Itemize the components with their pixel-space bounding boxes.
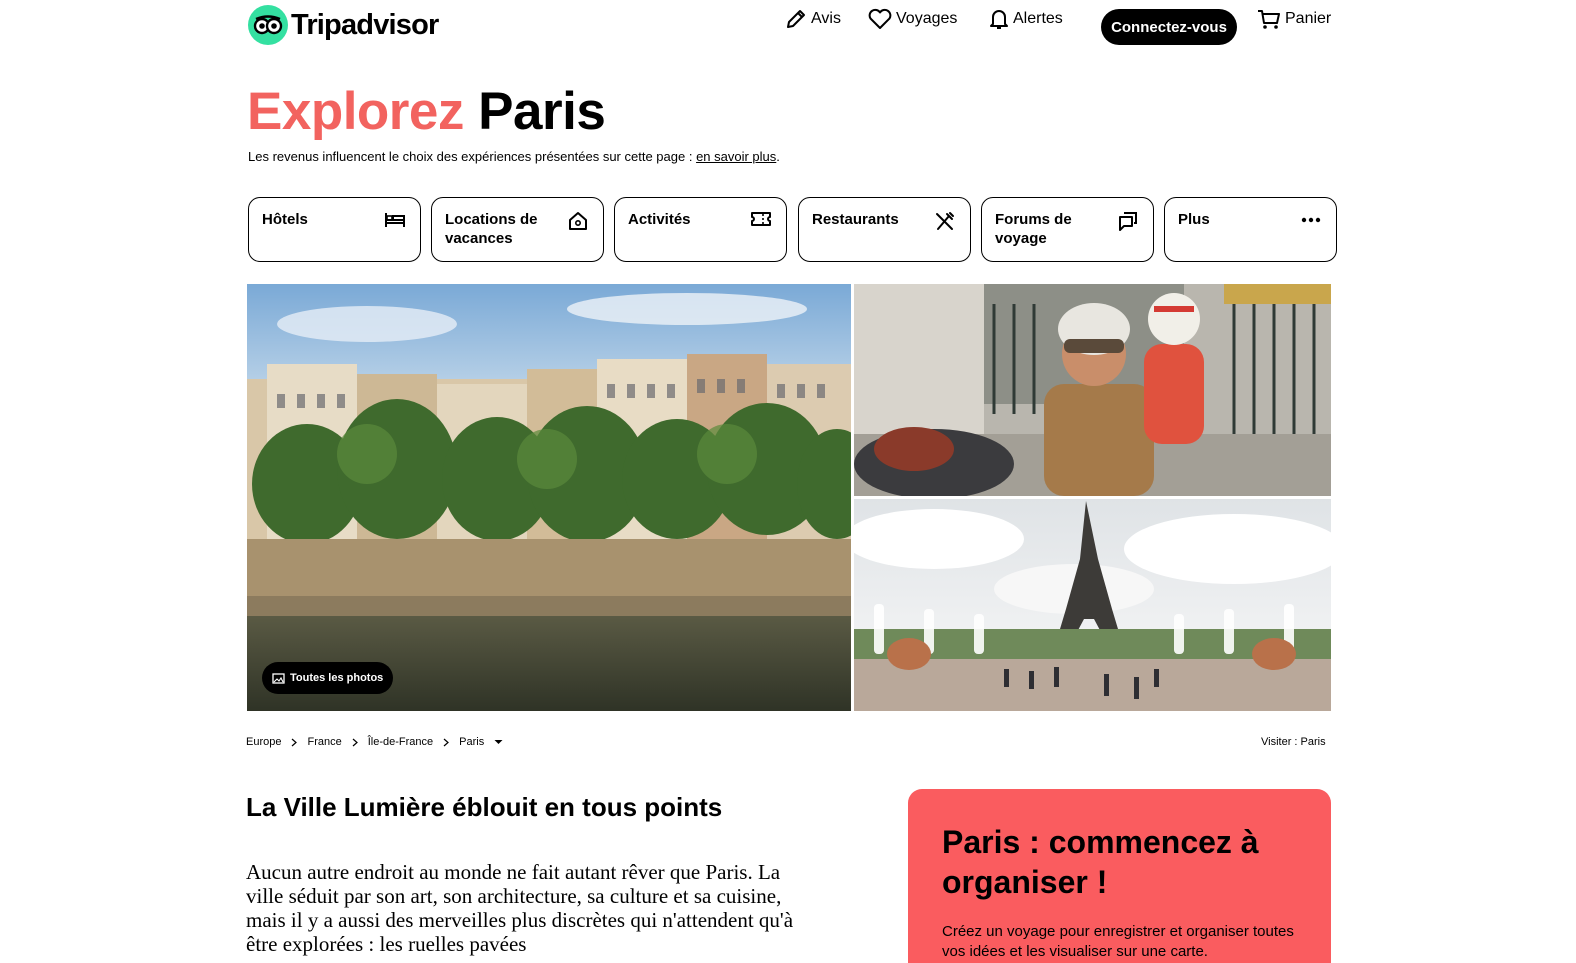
logo-wordmark: Tripadvisor xyxy=(291,8,439,41)
caret-down-icon[interactable] xyxy=(494,736,503,748)
eiffel-tower-photo[interactable] xyxy=(854,499,1331,711)
breadcrumb-ile-de-france[interactable]: Île-de-France xyxy=(368,736,433,748)
category-label: Forums de voyage xyxy=(995,211,1072,247)
all-photos-label: Toutes les photos xyxy=(290,672,384,684)
plan-card-title: Paris : commencez à organiser ! xyxy=(942,824,1259,900)
breadcrumb: Europe France Île-de-France Paris xyxy=(246,736,503,748)
title-accent: Explorez xyxy=(247,82,464,141)
nav-trips-label: Voyages xyxy=(896,10,958,27)
utensils-icon xyxy=(936,212,954,230)
nav-trips[interactable]: Voyages xyxy=(867,0,957,38)
category-restaurants[interactable]: Restaurants xyxy=(798,197,971,262)
ticket-icon xyxy=(751,212,771,226)
chevron-right-icon xyxy=(352,738,358,747)
category-label: Plus xyxy=(1178,211,1210,228)
visit-paris-link[interactable]: Visiter : Paris xyxy=(1261,736,1326,748)
disclaimer-end: . xyxy=(776,149,780,164)
tripadvisor-logo[interactable]: Tripadvisor xyxy=(248,5,439,45)
heart-icon xyxy=(868,8,892,29)
category-hotels[interactable]: Hôtels xyxy=(248,197,421,262)
section-title: La Ville Lumière éblouit en tous points xyxy=(246,792,723,822)
cart-icon xyxy=(1258,10,1280,29)
nav-cart[interactable]: Panier xyxy=(1256,0,1331,38)
title-city: Paris xyxy=(478,82,606,141)
breadcrumb-france[interactable]: France xyxy=(307,736,341,748)
nav-reviews-label: Avis xyxy=(811,10,841,27)
seine-riverbank-photo[interactable]: Toutes les photos xyxy=(247,284,851,711)
pencil-icon xyxy=(787,10,805,28)
plan-card-text: Créez un voyage pour enregistrer et orga… xyxy=(942,923,1294,960)
more-icon xyxy=(1301,217,1321,223)
learn-more-link[interactable]: en savoir plus xyxy=(696,149,776,164)
breadcrumb-paris[interactable]: Paris xyxy=(459,736,484,748)
login-button[interactable]: Connectez-vous xyxy=(1101,9,1237,45)
category-label: Hôtels xyxy=(262,211,308,228)
category-vacation-rentals[interactable]: Locations de vacances xyxy=(431,197,604,262)
photo-gallery: Toutes les photos xyxy=(247,284,1331,711)
category-label: Activités xyxy=(628,211,691,228)
site-header: Tripadvisor Avis Voyages Alertes Connect… xyxy=(0,0,1576,54)
category-travel-forums[interactable]: Forums de voyage xyxy=(981,197,1154,262)
nav-alerts[interactable]: Alertes xyxy=(988,0,1063,38)
page-title: Explorez Paris xyxy=(247,80,606,144)
chat-icon xyxy=(1119,212,1137,231)
revenue-disclaimer: Les revenus influencent le choix des exp… xyxy=(248,149,780,164)
trip-planning-card: Paris : commencez à organiser ! Créez un… xyxy=(908,789,1331,963)
all-photos-button[interactable]: Toutes les photos xyxy=(262,662,394,694)
disclaimer-text: Les revenus influencent le choix des exp… xyxy=(248,149,697,164)
house-key-icon xyxy=(569,212,587,230)
bed-icon xyxy=(385,213,405,227)
category-label: Restaurants xyxy=(812,211,899,228)
category-activities[interactable]: Activités xyxy=(614,197,787,262)
nav-reviews[interactable]: Avis xyxy=(784,0,841,38)
chevron-right-icon xyxy=(291,738,298,747)
bell-icon xyxy=(990,10,1008,29)
owl-logo-icon xyxy=(248,5,288,45)
intro-paragraph: Aucun autre endroit au monde ne fait aut… xyxy=(246,860,794,956)
breadcrumb-europe[interactable]: Europe xyxy=(246,736,281,748)
category-more[interactable]: Plus xyxy=(1164,197,1337,262)
chevron-right-icon xyxy=(443,738,450,747)
nav-alerts-label: Alertes xyxy=(1013,10,1063,27)
sidecar-tour-photo[interactable] xyxy=(854,284,1331,496)
nav-cart-label: Panier xyxy=(1285,10,1332,27)
image-icon xyxy=(272,672,285,684)
category-label: Locations de vacances xyxy=(445,211,538,247)
